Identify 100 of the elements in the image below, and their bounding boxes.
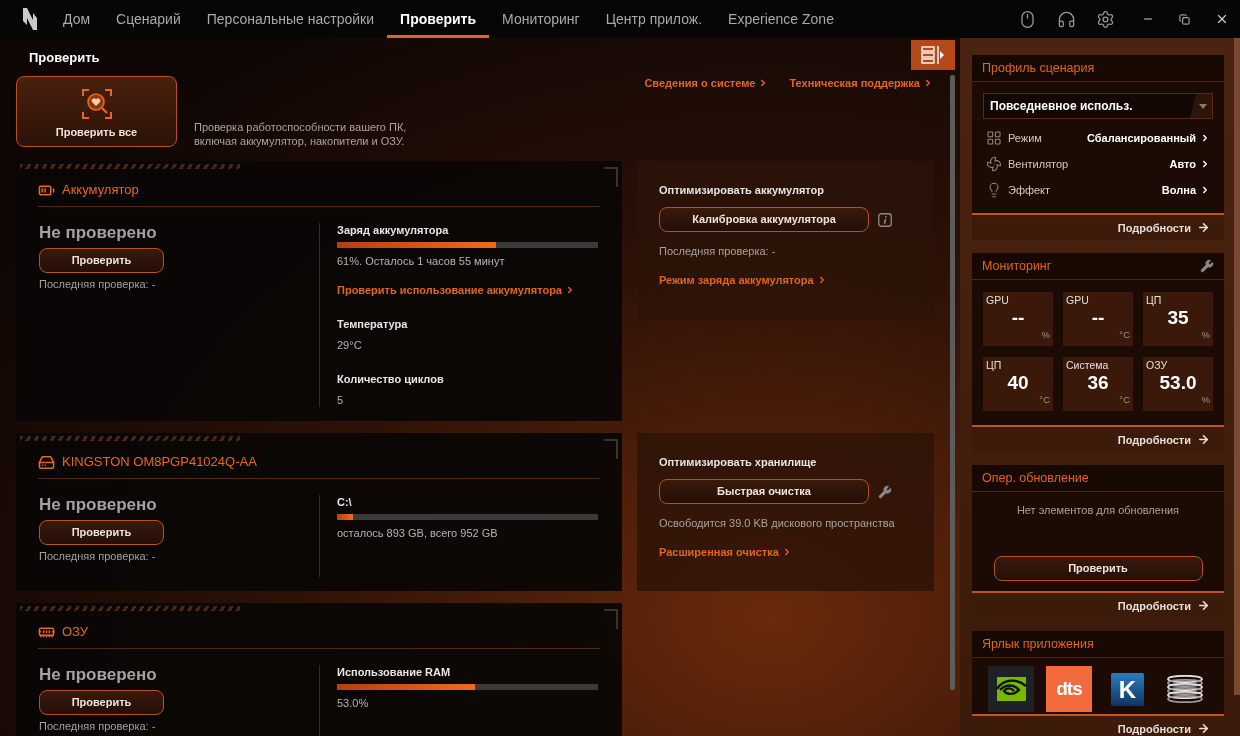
mouse-icon[interactable] <box>1018 9 1037 29</box>
card-title: Мониторинг <box>982 258 1052 274</box>
tile-label: ОЗУ <box>1146 359 1168 372</box>
last-check-text: Последняя проверка: - <box>39 719 156 733</box>
section-title: KINGSTON OM8PGP41024Q-AA <box>62 453 257 471</box>
tile-unit: °C <box>1119 329 1130 341</box>
headset-icon[interactable] <box>1057 9 1076 29</box>
lightbulb-icon <box>986 182 1002 198</box>
tile-value: 36 <box>1087 372 1109 394</box>
text-link[interactable]: Режим заряда аккумулятора <box>659 273 827 287</box>
tile-value: 40 <box>1007 372 1029 394</box>
profile-dropdown[interactable]: Повседневное использ. <box>983 93 1213 119</box>
empty-message: Нет элементов для обновления <box>1016 503 1180 517</box>
stat-label: Температура <box>337 317 408 331</box>
tile-label: GPU <box>986 294 1009 307</box>
meter-label: C:\ <box>337 495 353 509</box>
nav-tab[interactable]: Центр прилож. <box>592 0 716 38</box>
meter-reading: 53.0% <box>337 696 370 710</box>
tile-label: GPU <box>1066 294 1089 307</box>
nav-tab[interactable]: Персональные настройки <box>193 0 388 38</box>
corner-bracket <box>604 439 618 459</box>
check-button[interactable]: Проверить <box>993 556 1203 581</box>
info-text: Освободится 39.0 KB дискового пространства <box>659 516 895 530</box>
last-check-text: Последняя проверка: - <box>39 549 156 563</box>
optimize-button[interactable]: Быстрая очистка <box>659 479 869 504</box>
check-button[interactable]: Проверить <box>39 248 164 273</box>
tile-unit: °C <box>1119 394 1130 406</box>
tile-value: -- <box>1091 307 1105 329</box>
chevron-icon <box>1200 133 1210 143</box>
chevron-icon <box>1200 185 1210 195</box>
scrollbar-thumb[interactable] <box>1234 38 1240 695</box>
tile-unit: °C <box>1039 394 1050 406</box>
description-text: Проверка работоспособности вашего ПК, включая аккумулятор, накопители и ОЗУ. <box>194 120 408 148</box>
tile-value: 35 <box>1167 307 1189 329</box>
status-text: Не проверено <box>39 665 157 685</box>
arrow-right-icon <box>1197 722 1210 735</box>
eye-logo-icon[interactable] <box>988 666 1034 712</box>
settings-icon[interactable] <box>1096 9 1115 29</box>
panel-title: Оптимизировать хранилище <box>659 455 817 469</box>
meter-reading: осталось 893 GB, всего 952 GB <box>337 526 499 540</box>
info-text: Последняя проверка: - <box>659 244 776 258</box>
check-all-button[interactable]: Проверить все <box>16 76 177 147</box>
tile-unit: % <box>1041 329 1050 341</box>
corner-bracket <box>604 609 618 629</box>
check-button[interactable]: Проверить <box>39 520 164 545</box>
logo-icon[interactable] <box>22 7 38 31</box>
chevron-icon <box>923 78 933 88</box>
tile-label: ЦП <box>1146 294 1162 307</box>
meter-label: Заряд аккумулятора <box>337 223 450 237</box>
setting-label: Режим <box>1008 130 1042 146</box>
tile-value: -- <box>1011 307 1025 329</box>
page-title: Проверить <box>29 50 100 66</box>
setting-value[interactable]: Авто <box>1169 155 1210 173</box>
nav-tab[interactable]: Experience Zone <box>715 0 847 38</box>
arrow-right-icon <box>1197 433 1210 446</box>
panel-toggle-button[interactable] <box>911 40 955 70</box>
chevron-icon <box>565 285 575 295</box>
last-check-text: Последняя проверка: - <box>39 277 156 291</box>
tile-unit: % <box>1201 394 1210 406</box>
scrollbar-thumb[interactable] <box>950 75 955 690</box>
stat-value: 5 <box>337 393 345 407</box>
text-link[interactable]: Сведения о системе <box>644 76 769 90</box>
text-link[interactable]: Техническая поддержка <box>789 76 933 90</box>
chevron-icon <box>1200 159 1210 169</box>
card-title: Опер. обновление <box>982 470 1089 486</box>
setting-value[interactable]: Волна <box>1161 181 1210 199</box>
coil-icon[interactable] <box>1167 675 1203 703</box>
list-arrow-icon <box>921 46 945 64</box>
status-text: Не проверено <box>39 495 157 515</box>
stat-label: Количество циклов <box>337 372 444 386</box>
nav-tab[interactable]: Дом <box>50 0 104 38</box>
card-title: Ярлык приложения <box>982 636 1094 652</box>
caret-down-icon <box>1190 94 1212 118</box>
meter-reading: 61%. Осталось 1 часов 55 минут <box>337 254 506 268</box>
info-icon[interactable] <box>878 212 892 227</box>
heart-scan-icon <box>81 89 112 119</box>
text-link[interactable]: Проверить использование аккумулятора <box>337 283 575 297</box>
wrench-icon[interactable] <box>1200 259 1214 273</box>
restore-icon[interactable] <box>1179 13 1190 25</box>
optimize-button[interactable]: Калибровка аккумулятора <box>659 207 869 232</box>
setting-label: Вентилятор <box>1008 156 1069 172</box>
panel-title: Оптимизировать аккумулятор <box>659 183 824 197</box>
text-link[interactable]: Расширенная очистка <box>659 545 792 559</box>
nav-tab[interactable]: Мониторинг <box>489 0 593 38</box>
setting-label: Эффект <box>1008 182 1051 198</box>
app-shortcut-button[interactable]: K <box>1111 672 1144 706</box>
card-title: Профиль сценария <box>982 60 1095 76</box>
tile-label: ЦП <box>986 359 1002 372</box>
nav-tab[interactable]: Сценарий <box>103 0 194 38</box>
wrench-icon[interactable] <box>878 484 892 499</box>
tile-value: 53.0 <box>1159 372 1197 394</box>
check-button[interactable]: Проверить <box>39 690 164 715</box>
section-title: Аккумулятор <box>62 181 139 199</box>
section-title: ОЗУ <box>62 623 89 641</box>
stat-value: 29°C <box>337 338 363 352</box>
status-text: Не проверено <box>39 223 157 243</box>
corner-bracket <box>604 167 618 187</box>
drive-icon <box>38 453 55 471</box>
setting-value[interactable]: Сбалансированный <box>1087 129 1210 147</box>
fan-icon <box>986 156 1002 172</box>
